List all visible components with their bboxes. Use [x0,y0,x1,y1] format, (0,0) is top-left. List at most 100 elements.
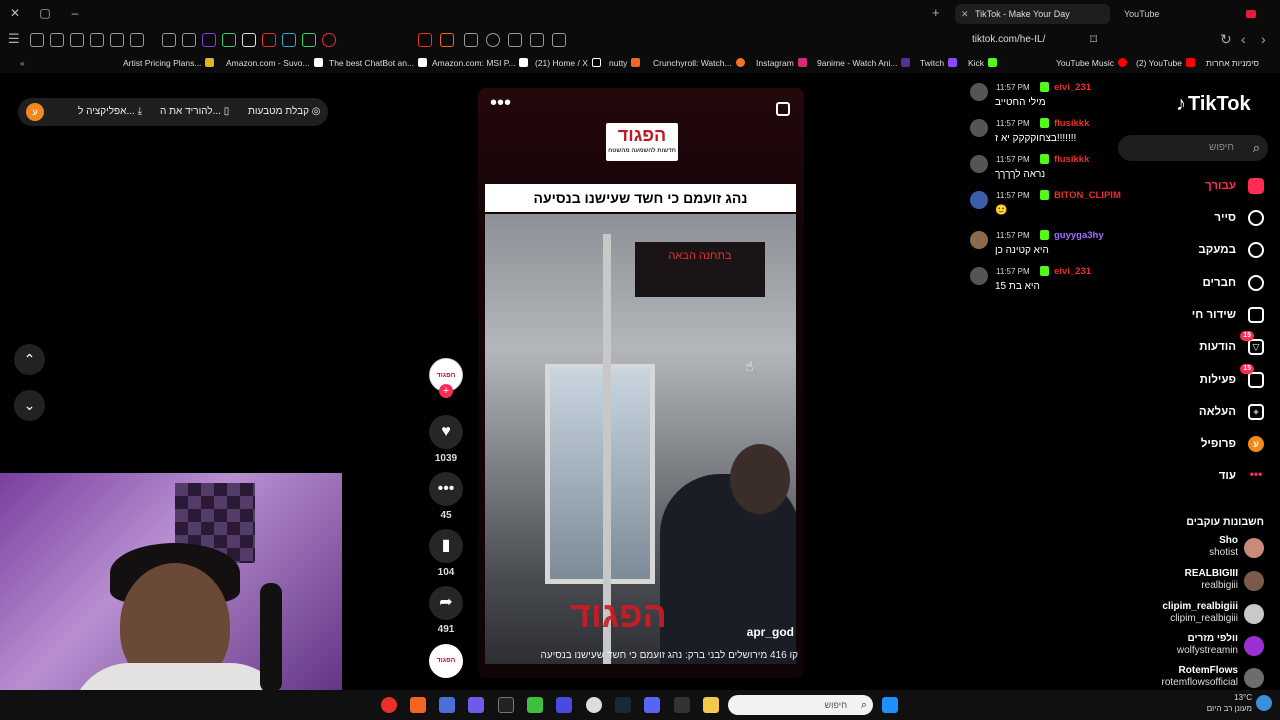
sidebar-item-following[interactable]: במעקב [1160,239,1268,261]
sidebar-item-live[interactable]: שידור חי [1160,304,1268,326]
search-input[interactable]: חיפוש ⌕ [1118,135,1268,161]
more-options-icon[interactable]: ••• [490,92,511,115]
bookmark-item[interactable]: nutty [609,58,641,68]
video-player[interactable]: ••• הפגוד חדשות להשמעה מהשטח נהג זועמם כ… [478,88,804,678]
bookmark-item[interactable]: Instagram [756,58,807,68]
pen-icon[interactable] [50,33,64,47]
extension-green-icon[interactable] [222,33,236,47]
epic-taskbar-icon[interactable] [674,697,690,713]
back-arrow-icon[interactable] [464,33,478,47]
weather-widget[interactable]: 13°C מעונן רב היום [1196,692,1252,714]
sound-disc[interactable]: הפגוד [429,644,463,678]
sidebar-item-upload[interactable]: העלאה + [1160,401,1268,423]
previous-video-button[interactable]: ⌃ [14,344,45,375]
steam-taskbar-icon[interactable] [615,697,631,713]
shield-icon[interactable] [30,33,44,47]
extension-icon[interactable] [162,33,176,47]
forward-icon[interactable]: › [1261,31,1266,47]
bookmark-item[interactable]: Crunchyroll: Watch... [653,58,745,68]
following-account[interactable]: וולפי מזרים wolfystreamin [1120,633,1268,663]
sidebar-icon[interactable] [90,33,104,47]
app-taskbar-icon[interactable] [439,697,455,713]
bookmark-icon[interactable]: ⌑ [1090,31,1097,48]
tab-youtube[interactable]: YouTube [1118,4,1258,24]
extension-diamond-icon[interactable] [242,33,256,47]
close-tab-icon[interactable]: ✕ [961,4,969,24]
extension-blue-icon[interactable] [282,33,296,47]
menu-icon[interactable]: ☰ [8,32,22,47]
draw-icon[interactable] [508,33,522,47]
settings-taskbar-icon[interactable] [586,697,602,713]
download-icon[interactable] [130,33,144,47]
window-icon[interactable]: ▢ [36,5,54,21]
sidebar-item-friends[interactable]: חברים [1160,272,1268,294]
sidebar-item-explore[interactable]: סייר [1160,207,1268,229]
screen-icon[interactable] [530,33,544,47]
bookmark-item[interactable]: Artist Pricing Plans... [123,58,215,68]
sidebar-item-more[interactable]: עוד ••• [1160,465,1268,487]
extension-purple-icon[interactable] [202,33,216,47]
panel-icon[interactable] [70,33,84,47]
following-account[interactable]: Sho shotist [1120,535,1268,565]
sidebar-item-messages[interactable]: הודעות ▽ 15 [1160,331,1268,358]
sidebar-item-profile[interactable]: פרופיל ע [1160,433,1268,455]
bookmark-item[interactable]: Kick [968,58,998,68]
xbox-taskbar-icon[interactable] [527,697,543,713]
expand-icon[interactable] [552,33,566,47]
taskbar-search[interactable]: חיפוש ⌕ [728,695,873,715]
next-video-button[interactable]: ⌄ [14,390,45,421]
like-button[interactable]: ♥ [429,415,463,449]
puzzle-icon[interactable] [182,33,196,47]
zoom-icon[interactable] [486,33,500,47]
get-coins-button[interactable]: קבלת מטבעות ◎ [248,106,321,117]
sound-icon[interactable] [776,102,790,116]
comment-button[interactable]: ••• [429,472,463,506]
brave-rewards-icon[interactable] [418,33,432,47]
bookmark-item[interactable]: (21) Home / X [535,58,601,68]
extension-record-icon[interactable] [322,33,336,47]
avatar[interactable]: ע [26,103,44,121]
inbox-icon [1248,372,1264,388]
app-taskbar-icon[interactable] [556,697,572,713]
id-taskbar-icon[interactable] [498,697,514,713]
download-app-button[interactable]: להוריד את ה... ▯ [160,106,229,117]
bookmark-item[interactable]: Twitch [920,58,958,68]
following-account[interactable]: REALBIGIII realbigiii [1120,568,1268,598]
tiktok-logo[interactable]: ♪ TikTok [1176,93,1251,116]
save-button[interactable]: ▮ [429,529,463,563]
sidebar-item-for-you[interactable]: עבורך ⌂ [1160,175,1268,197]
tab-tiktok[interactable]: ✕ TikTok - Make Your Day [955,4,1110,24]
windows-start-icon[interactable] [882,697,898,713]
share-button[interactable]: ➦ [429,586,463,620]
open-app-button[interactable]: אפליקציה ל... ⤓ [78,106,142,117]
bookmark-item[interactable]: סימניות אחרות [1206,58,1259,68]
teams-taskbar-icon[interactable] [468,697,484,713]
reload-icon[interactable]: ↻ [1220,31,1232,48]
discord-taskbar-icon[interactable] [644,697,660,713]
url-bar[interactable]: tiktok.com/he-IL/ [972,31,1080,49]
minimize-icon[interactable]: – [66,5,84,21]
extension-red-icon[interactable] [262,33,276,47]
video-username[interactable]: apr_god [747,625,794,639]
music-icon[interactable] [110,33,124,47]
following-account[interactable]: clipim_realbigiii clipim_realbigiii [1120,601,1268,631]
back-icon[interactable]: ‹ [1241,31,1246,47]
follow-button[interactable]: + [439,384,453,398]
bookmark-item[interactable]: 9anime - Watch Ani... [817,58,911,68]
bookmark-item[interactable]: Amazon.com: MSI P... [432,58,529,68]
youtube-music-taskbar-icon[interactable] [381,697,397,713]
brave-taskbar-icon[interactable] [410,697,426,713]
bookmark-item[interactable]: (2) YouTube [1136,58,1195,68]
bookmark-favicon-icon [519,58,529,67]
close-window-icon[interactable]: ✕ [6,5,24,21]
sidebar-item-activity[interactable]: פעילות 15 [1160,364,1268,391]
new-tab-icon[interactable]: + [932,5,940,20]
extension-leaf-icon[interactable] [302,33,316,47]
bookmark-item[interactable]: Amazon.com - Suvo... [226,58,323,68]
collapse-icon[interactable]: « [20,58,25,68]
bookmark-item[interactable]: The best ChatBot an... [329,58,428,68]
bookmark-item[interactable]: YouTube Music [1056,58,1127,68]
folder-taskbar-icon[interactable] [703,697,719,713]
brave-shield-icon[interactable] [440,33,454,47]
search-icon[interactable]: ⌕ [1253,135,1260,161]
